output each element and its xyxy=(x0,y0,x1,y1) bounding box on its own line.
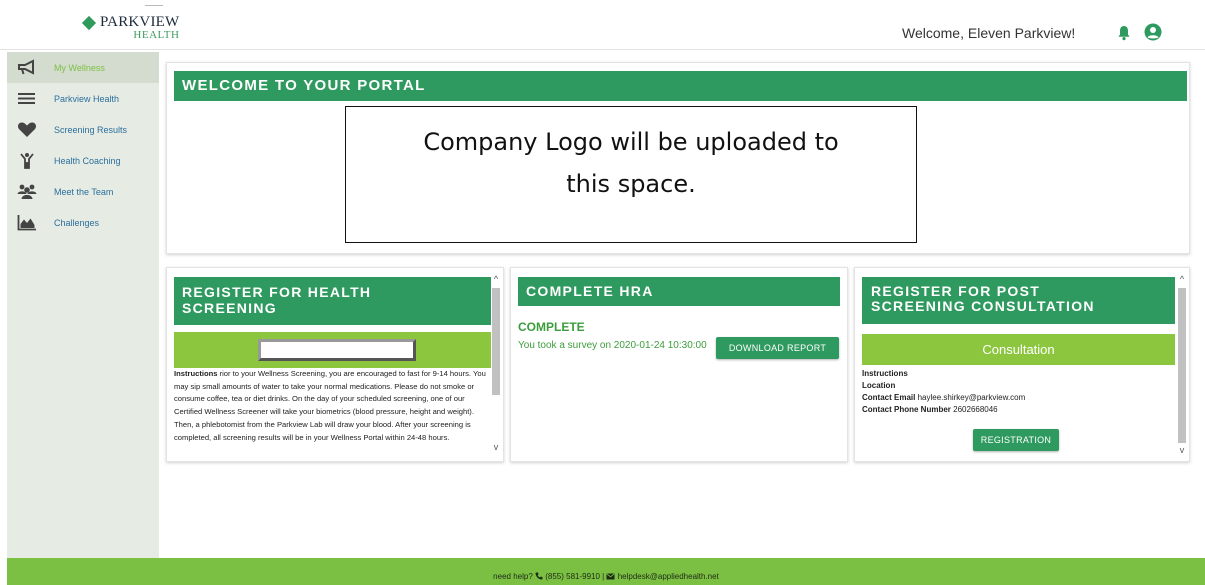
company-logo-placeholder: Company Logo will be uploaded to this sp… xyxy=(345,106,917,243)
logo-placeholder-line1: Company Logo will be uploaded to xyxy=(423,128,839,156)
consultation-header: Consultation xyxy=(862,334,1175,365)
parkview-logo[interactable]: PARKVIEW HEALTH xyxy=(81,14,180,41)
scroll-down-arrow-icon[interactable]: v xyxy=(1177,445,1187,455)
instructions-text: rior to your Wellness Screening, you are… xyxy=(174,369,486,442)
contact-email-value: haylee.shirkey@parkview.com xyxy=(917,393,1026,402)
heart-icon xyxy=(17,122,37,137)
post-screening-title-line2: SCREENING CONSULTATION xyxy=(871,298,1095,314)
post-screening-card: REGISTER FOR POST SCREENING CONSULTATION… xyxy=(854,267,1190,462)
header-tick-mark xyxy=(145,5,163,6)
instructions-label: Instructions xyxy=(174,369,218,378)
bell-icon[interactable] xyxy=(1117,25,1131,41)
sidebar-item-challenges[interactable]: Challenges xyxy=(7,207,159,238)
sidebar-item-parkview-health[interactable]: Parkview Health xyxy=(7,83,159,114)
sidebar-item-label: Parkview Health xyxy=(54,93,120,104)
screening-scrollbar[interactable]: ^ v xyxy=(491,272,501,452)
footer-email[interactable]: helpdesk@appliedhealth.net xyxy=(618,572,719,581)
footer-help-text: need help? xyxy=(493,572,533,581)
sidebar-item-label: Health Coaching xyxy=(54,155,121,166)
register-screening-title-line1: REGISTER FOR HEALTH xyxy=(182,284,372,300)
register-screening-title: REGISTER FOR HEALTH SCREENING xyxy=(174,277,491,325)
post-screening-title: REGISTER FOR POST SCREENING CONSULTATION xyxy=(862,277,1175,324)
user-circle-icon[interactable] xyxy=(1144,23,1162,41)
hra-survey-date: You took a survey on 2020-01-24 10:30:00 xyxy=(518,340,707,351)
sidebar-item-my-wellness[interactable]: My Wellness xyxy=(7,52,159,83)
footer-phone[interactable]: (855) 581-9910 | xyxy=(545,572,604,581)
envelope-icon xyxy=(606,573,615,580)
scroll-down-arrow-icon[interactable]: v xyxy=(491,442,501,452)
area-chart-icon xyxy=(17,215,36,231)
consultation-instructions-label: Instructions xyxy=(862,369,908,378)
contact-phone-label: Contact Phone Number xyxy=(862,405,951,414)
screening-select-bar xyxy=(174,332,491,368)
post-screening-title-line1: REGISTER FOR POST xyxy=(871,283,1041,299)
sidebar-item-health-coaching[interactable]: Health Coaching xyxy=(7,145,159,176)
hra-status: COMPLETE xyxy=(518,320,585,334)
sidebar-item-label: My Wellness xyxy=(54,62,105,73)
menu-lines-icon xyxy=(18,93,35,104)
phone-icon xyxy=(535,572,543,580)
person-cheer-icon xyxy=(20,153,34,169)
register-screening-card: REGISTER FOR HEALTH SCREENING Instructio… xyxy=(166,267,504,462)
consultation-location-label: Location xyxy=(862,381,896,390)
group-icon xyxy=(17,184,37,199)
logo-subtitle: HEALTH xyxy=(133,29,180,41)
sidebar: My Wellness Parkview Health Screening Re… xyxy=(7,52,159,558)
registration-button[interactable]: REGISTRATION xyxy=(973,429,1059,451)
sidebar-item-label: Screening Results xyxy=(54,124,128,135)
screening-instructions: Instructions rior to your Wellness Scree… xyxy=(174,368,489,458)
welcome-message: Welcome, Eleven Parkview! xyxy=(902,25,1076,41)
complete-hra-card: COMPLETE HRA COMPLETE You took a survey … xyxy=(510,267,848,462)
download-report-button[interactable]: DOWNLOAD REPORT xyxy=(716,337,839,359)
consultation-info: Instructions Location Contact Email hayl… xyxy=(862,368,1025,416)
logo-placeholder-line2: this space. xyxy=(566,170,696,198)
welcome-portal-card: WELCOME TO YOUR PORTAL Company Logo will… xyxy=(166,62,1190,254)
sidebar-item-meet-the-team[interactable]: Meet the Team xyxy=(7,176,159,207)
scroll-up-arrow-icon[interactable]: ^ xyxy=(1177,274,1187,284)
logo-diamond-icon xyxy=(81,15,97,30)
contact-email-label: Contact Email xyxy=(862,393,916,402)
contact-phone-value: 2602668046 xyxy=(953,405,998,414)
sidebar-item-label: Meet the Team xyxy=(54,186,114,197)
scroll-up-arrow-icon[interactable]: ^ xyxy=(491,274,501,284)
register-screening-title-line2: SCREENING xyxy=(182,300,277,316)
sidebar-item-label: Challenges xyxy=(54,217,100,228)
consultation-scrollbar[interactable]: ^ v xyxy=(1177,272,1187,457)
screening-select-input[interactable] xyxy=(258,339,416,361)
welcome-portal-title: WELCOME TO YOUR PORTAL xyxy=(174,71,1187,101)
complete-hra-title: COMPLETE HRA xyxy=(518,277,840,306)
sidebar-item-screening-results[interactable]: Screening Results xyxy=(7,114,159,145)
scroll-thumb[interactable] xyxy=(492,288,500,395)
megaphone-icon xyxy=(18,59,34,75)
footer: need help? (855) 581-9910 | helpdesk@app… xyxy=(7,558,1205,585)
scroll-thumb[interactable] xyxy=(1178,288,1186,443)
